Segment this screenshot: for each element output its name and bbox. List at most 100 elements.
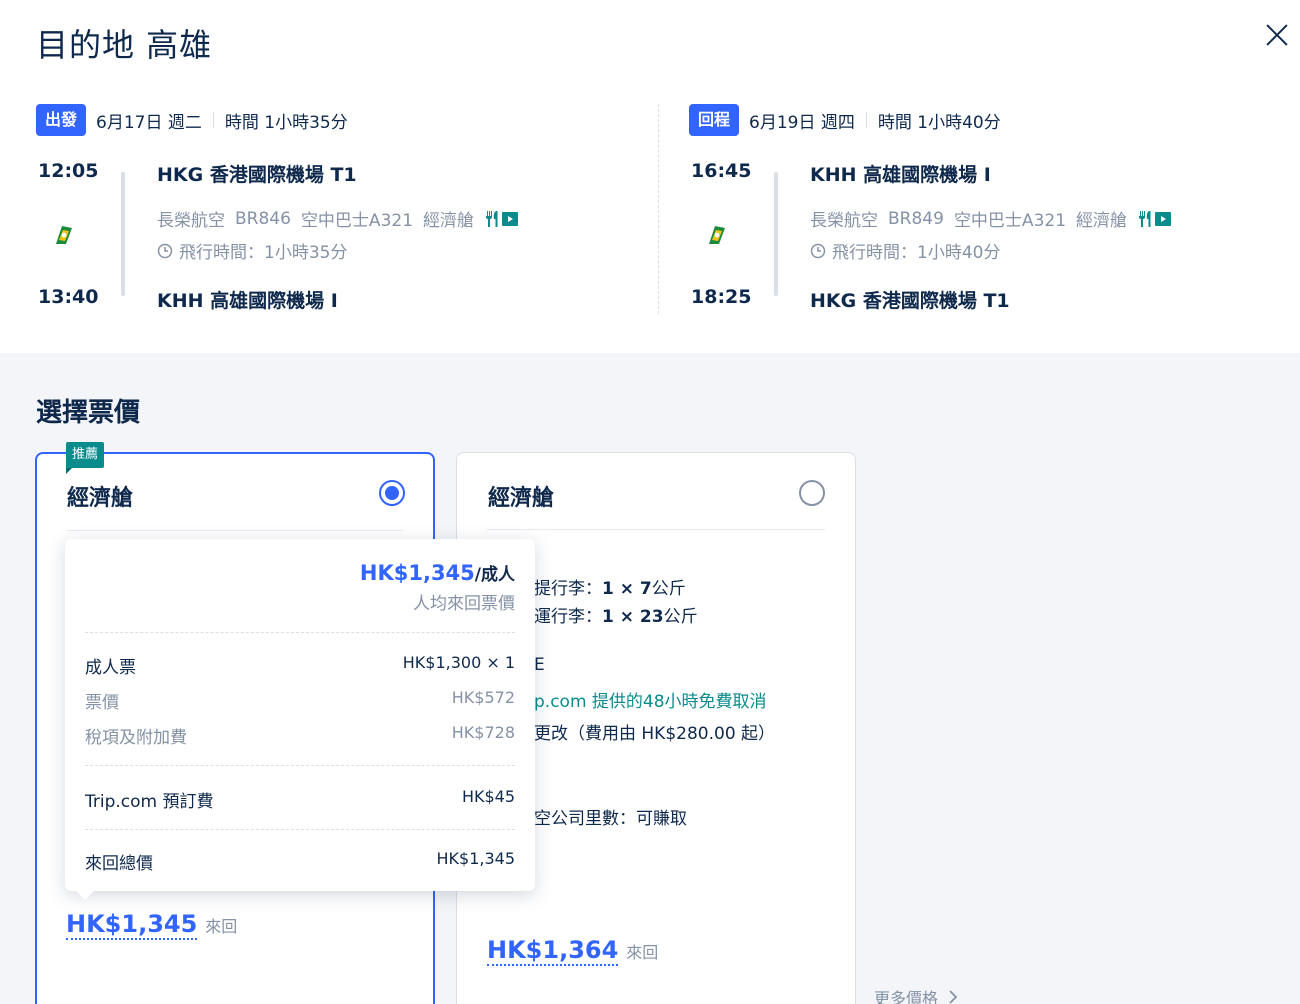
popup-pointer	[75, 890, 95, 900]
clock-icon	[157, 243, 173, 258]
section-title: 選擇票價	[36, 398, 141, 428]
flight-duration-text: 飛行時間：1小時40分	[832, 243, 1001, 263]
divider	[85, 632, 515, 633]
return-duration: 時間 1小時40分	[877, 112, 1001, 133]
return-times: 16:45 18:25	[689, 160, 769, 310]
outbound-segment: 出發 6月17日 週二 時間 1小時35分 12:05 13:40 HKG 香港…	[36, 104, 636, 324]
aircraft-type: 空中巴士A321	[300, 211, 414, 231]
outbound-header: 出發 6月17日 週二 時間 1小時35分	[36, 104, 636, 136]
eva-air-logo-icon	[709, 226, 725, 244]
mileage-earn: 空公司里數：可賺取	[534, 809, 687, 829]
row-label: 來回總價	[85, 854, 153, 874]
outbound-tag: 出發	[36, 104, 87, 136]
return-date: 6月19日 週四	[749, 112, 855, 133]
row-label: 票價	[85, 693, 119, 713]
row-label: Trip.com 預訂費	[85, 792, 214, 812]
aircraft-type: 空中巴士A321	[953, 211, 1067, 231]
departure-airport: HKG 香港國際機場 T1	[157, 164, 357, 186]
row-value: HK$1,345	[436, 849, 515, 868]
airline-name: 長榮航空	[157, 211, 225, 231]
divider	[85, 829, 515, 830]
tv-icon	[502, 211, 519, 226]
return-tag: 回程	[689, 104, 740, 136]
row-value: HK$572	[451, 688, 515, 707]
flight-duration: 飛行時間：1小時40分	[810, 238, 1000, 263]
meal-icon	[486, 210, 498, 227]
cabin-class: 經濟艙	[423, 211, 475, 231]
chevron-right-icon	[949, 990, 958, 1004]
arrival-time: 18:25	[691, 286, 752, 308]
outbound-date: 6月17日 週二	[96, 112, 202, 133]
amenities	[1137, 210, 1172, 228]
airline-name: 長榮航空	[810, 211, 878, 231]
fare-price: HK$1,345 來回	[66, 910, 237, 940]
recommended-badge: 推薦	[66, 442, 105, 474]
more-prices-link[interactable]: 更多價格	[874, 985, 958, 1004]
row-value: HK$728	[451, 723, 515, 742]
divider	[67, 530, 403, 531]
divider	[212, 112, 214, 128]
popup-price-amount: HK$1,345	[359, 561, 475, 585]
price-suffix: 來回	[205, 917, 238, 936]
timeline-bar	[774, 172, 778, 296]
meal-icon	[1139, 210, 1151, 227]
departure-time: 12:05	[38, 160, 99, 182]
flight-info: 長榮航空 BR846 空中巴士A321 經濟艙	[157, 206, 528, 231]
price-suffix: 來回	[626, 943, 659, 962]
departure-time: 16:45	[691, 160, 752, 182]
change-fee-policy: 更改（費用由 HK$280.00 起）	[534, 724, 776, 744]
more-prices-label: 更多價格	[874, 989, 939, 1004]
arrival-airport: HKG 香港國際機場 T1	[810, 290, 1010, 312]
divider	[487, 529, 825, 530]
carry-on-value: 1 × 7	[602, 579, 652, 599]
flight-number: BR849	[888, 208, 944, 229]
return-segment: 回程 6月19日 週四 時間 1小時40分 16:45 18:25 KHH 高雄…	[689, 104, 1289, 324]
arrival-airport: KHH 高雄國際機場 I	[157, 290, 338, 312]
fare-radio[interactable]	[799, 480, 825, 506]
flight-details-panel: 目的地 高雄 出發 6月17日 週二 時間 1小時35分 12:05 13:40…	[0, 0, 1300, 353]
divider	[85, 765, 515, 766]
breakdown-row: Trip.com 預訂費 HK$45	[85, 787, 515, 812]
close-icon[interactable]	[1262, 20, 1292, 50]
free-cancel-policy[interactable]: p.com 提供的48小時免費取消	[534, 687, 767, 712]
checked-label: 運行李：	[534, 607, 602, 627]
carry-on-unit: 公斤	[651, 579, 686, 599]
cabin-class: 經濟艙	[1076, 211, 1128, 231]
flight-duration: 飛行時間：1小時35分	[157, 238, 347, 263]
checked-baggage: 運行李：1 × 23公斤	[534, 602, 698, 627]
price-amount[interactable]: HK$1,345	[66, 910, 198, 940]
flight-duration-text: 飛行時間：1小時35分	[179, 243, 348, 263]
departure-airport: KHH 高雄國際機場 I	[810, 164, 991, 186]
price-amount[interactable]: HK$1,364	[487, 936, 619, 966]
arrival-time: 13:40	[38, 286, 99, 308]
outbound-times: 12:05 13:40	[36, 160, 116, 310]
fare-radio-selected[interactable]	[379, 480, 405, 506]
divider	[865, 112, 867, 128]
row-value: HK$1,300 × 1	[402, 653, 515, 672]
breakdown-row: 稅項及附加費 HK$728	[85, 723, 515, 748]
return-header: 回程 6月19日 週四 時間 1小時40分	[689, 104, 1289, 136]
outbound-duration: 時間 1小時35分	[224, 112, 348, 133]
fare-name: 經濟艙	[488, 486, 555, 511]
popup-price-per: /成人	[474, 565, 515, 585]
row-label: 稅項及附加費	[85, 728, 187, 748]
timeline-bar	[121, 172, 125, 296]
price-breakdown-popup: HK$1,345/成人 人均來回票價 成人票 HK$1,300 × 1 票價 H…	[65, 539, 535, 900]
row-value: HK$45	[461, 787, 515, 806]
policy-heading-fragment: E	[534, 655, 545, 675]
flight-number: BR846	[235, 208, 291, 229]
tv-icon	[1155, 211, 1172, 226]
checked-value: 1 × 23	[602, 607, 664, 627]
flight-info: 長榮航空 BR849 空中巴士A321 經濟艙	[810, 206, 1181, 231]
carry-on-label: 提行李：	[534, 579, 602, 599]
breakdown-row: 票價 HK$572	[85, 688, 515, 713]
checked-unit: 公斤	[663, 607, 698, 627]
carry-on-baggage: 提行李：1 × 7公斤	[534, 574, 686, 599]
row-label: 成人票	[85, 658, 136, 678]
popup-price-subtitle: 人均來回票價	[413, 594, 515, 614]
fare-name: 經濟艙	[67, 486, 134, 511]
eva-air-logo-icon	[56, 226, 72, 244]
segment-divider	[658, 104, 659, 314]
fare-price: HK$1,364 來回	[487, 936, 658, 966]
breakdown-total-row: 來回總價 HK$1,345	[85, 849, 515, 874]
